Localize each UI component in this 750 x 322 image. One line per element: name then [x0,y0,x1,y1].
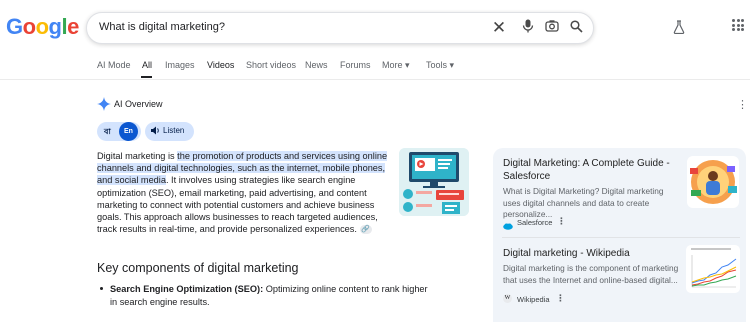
tab-videos[interactable]: Videos [207,60,234,70]
source-more-icon[interactable]: ⋮ [557,216,566,227]
wikipedia-chart-thumbnail[interactable] [686,245,740,293]
source-card-site[interactable]: Salesforce [517,218,552,227]
search-icon[interactable] [567,19,585,37]
list-item: Search Engine Optimization (SEO): Optimi… [110,283,430,309]
speaker-icon [151,126,161,137]
salesforce-logo-icon [503,217,513,235]
tab-short-videos[interactable]: Short videos [246,60,296,70]
source-more-icon[interactable]: ⋮ [556,293,565,304]
source-card-title[interactable]: Digital Marketing: A Complete Guide - Sa… [503,157,681,183]
tab-ai-mode[interactable]: AI Mode [97,60,131,70]
link-icon[interactable]: 🔗 [359,225,372,235]
tab-news[interactable]: News [305,60,328,70]
search-input[interactable]: What is digital marketing? [99,21,225,33]
google-logo[interactable]: Google [6,14,79,40]
language-bengali-button[interactable]: বা [104,126,111,139]
microphone-icon[interactable] [519,19,537,37]
wikipedia-logo-icon: W [503,294,512,303]
card-divider [502,237,740,238]
active-tab-indicator [141,76,152,78]
camera-search-icon[interactable] [543,19,561,37]
tab-all[interactable]: All [142,60,152,70]
listen-label[interactable]: Listen [163,126,184,135]
labs-flask-icon[interactable] [673,20,685,37]
key-components-heading: Key components of digital marketing [97,261,299,275]
digital-marketing-illustration[interactable] [399,148,469,216]
tab-forums[interactable]: Forums [340,60,371,70]
bullet-term: Search Engine Optimization (SEO): [110,284,264,294]
source-card-snippet: What is Digital Marketing? Digital marke… [503,186,664,219]
search-box[interactable]: What is digital marketing? ✕ [86,12,594,44]
source-card-site[interactable]: Wikipedia [517,295,550,304]
apps-grid-icon[interactable] [732,19,744,31]
more-options-icon[interactable]: ⋮ [737,98,748,111]
clear-icon[interactable]: ✕ [490,19,508,37]
ai-overview-title: AI Overview [114,99,163,109]
ai-answer-paragraph: Digital marketing is the promotion of pr… [97,150,390,235]
tab-images[interactable]: Images [165,60,195,70]
source-card-title[interactable]: Digital marketing - Wikipedia [503,247,681,260]
ai-sparkle-icon [97,97,111,114]
answer-text-lead: Digital marketing is [97,151,178,161]
tab-more[interactable]: More ▾ [382,60,410,71]
language-english-button[interactable]: En [119,122,138,141]
tab-tools[interactable]: Tools ▾ [426,60,454,71]
bullet-marker [100,287,103,290]
header-divider [0,79,750,80]
source-card-snippet: Digital marketing is the component of ma… [503,263,679,285]
salesforce-thumbnail[interactable] [687,156,739,208]
